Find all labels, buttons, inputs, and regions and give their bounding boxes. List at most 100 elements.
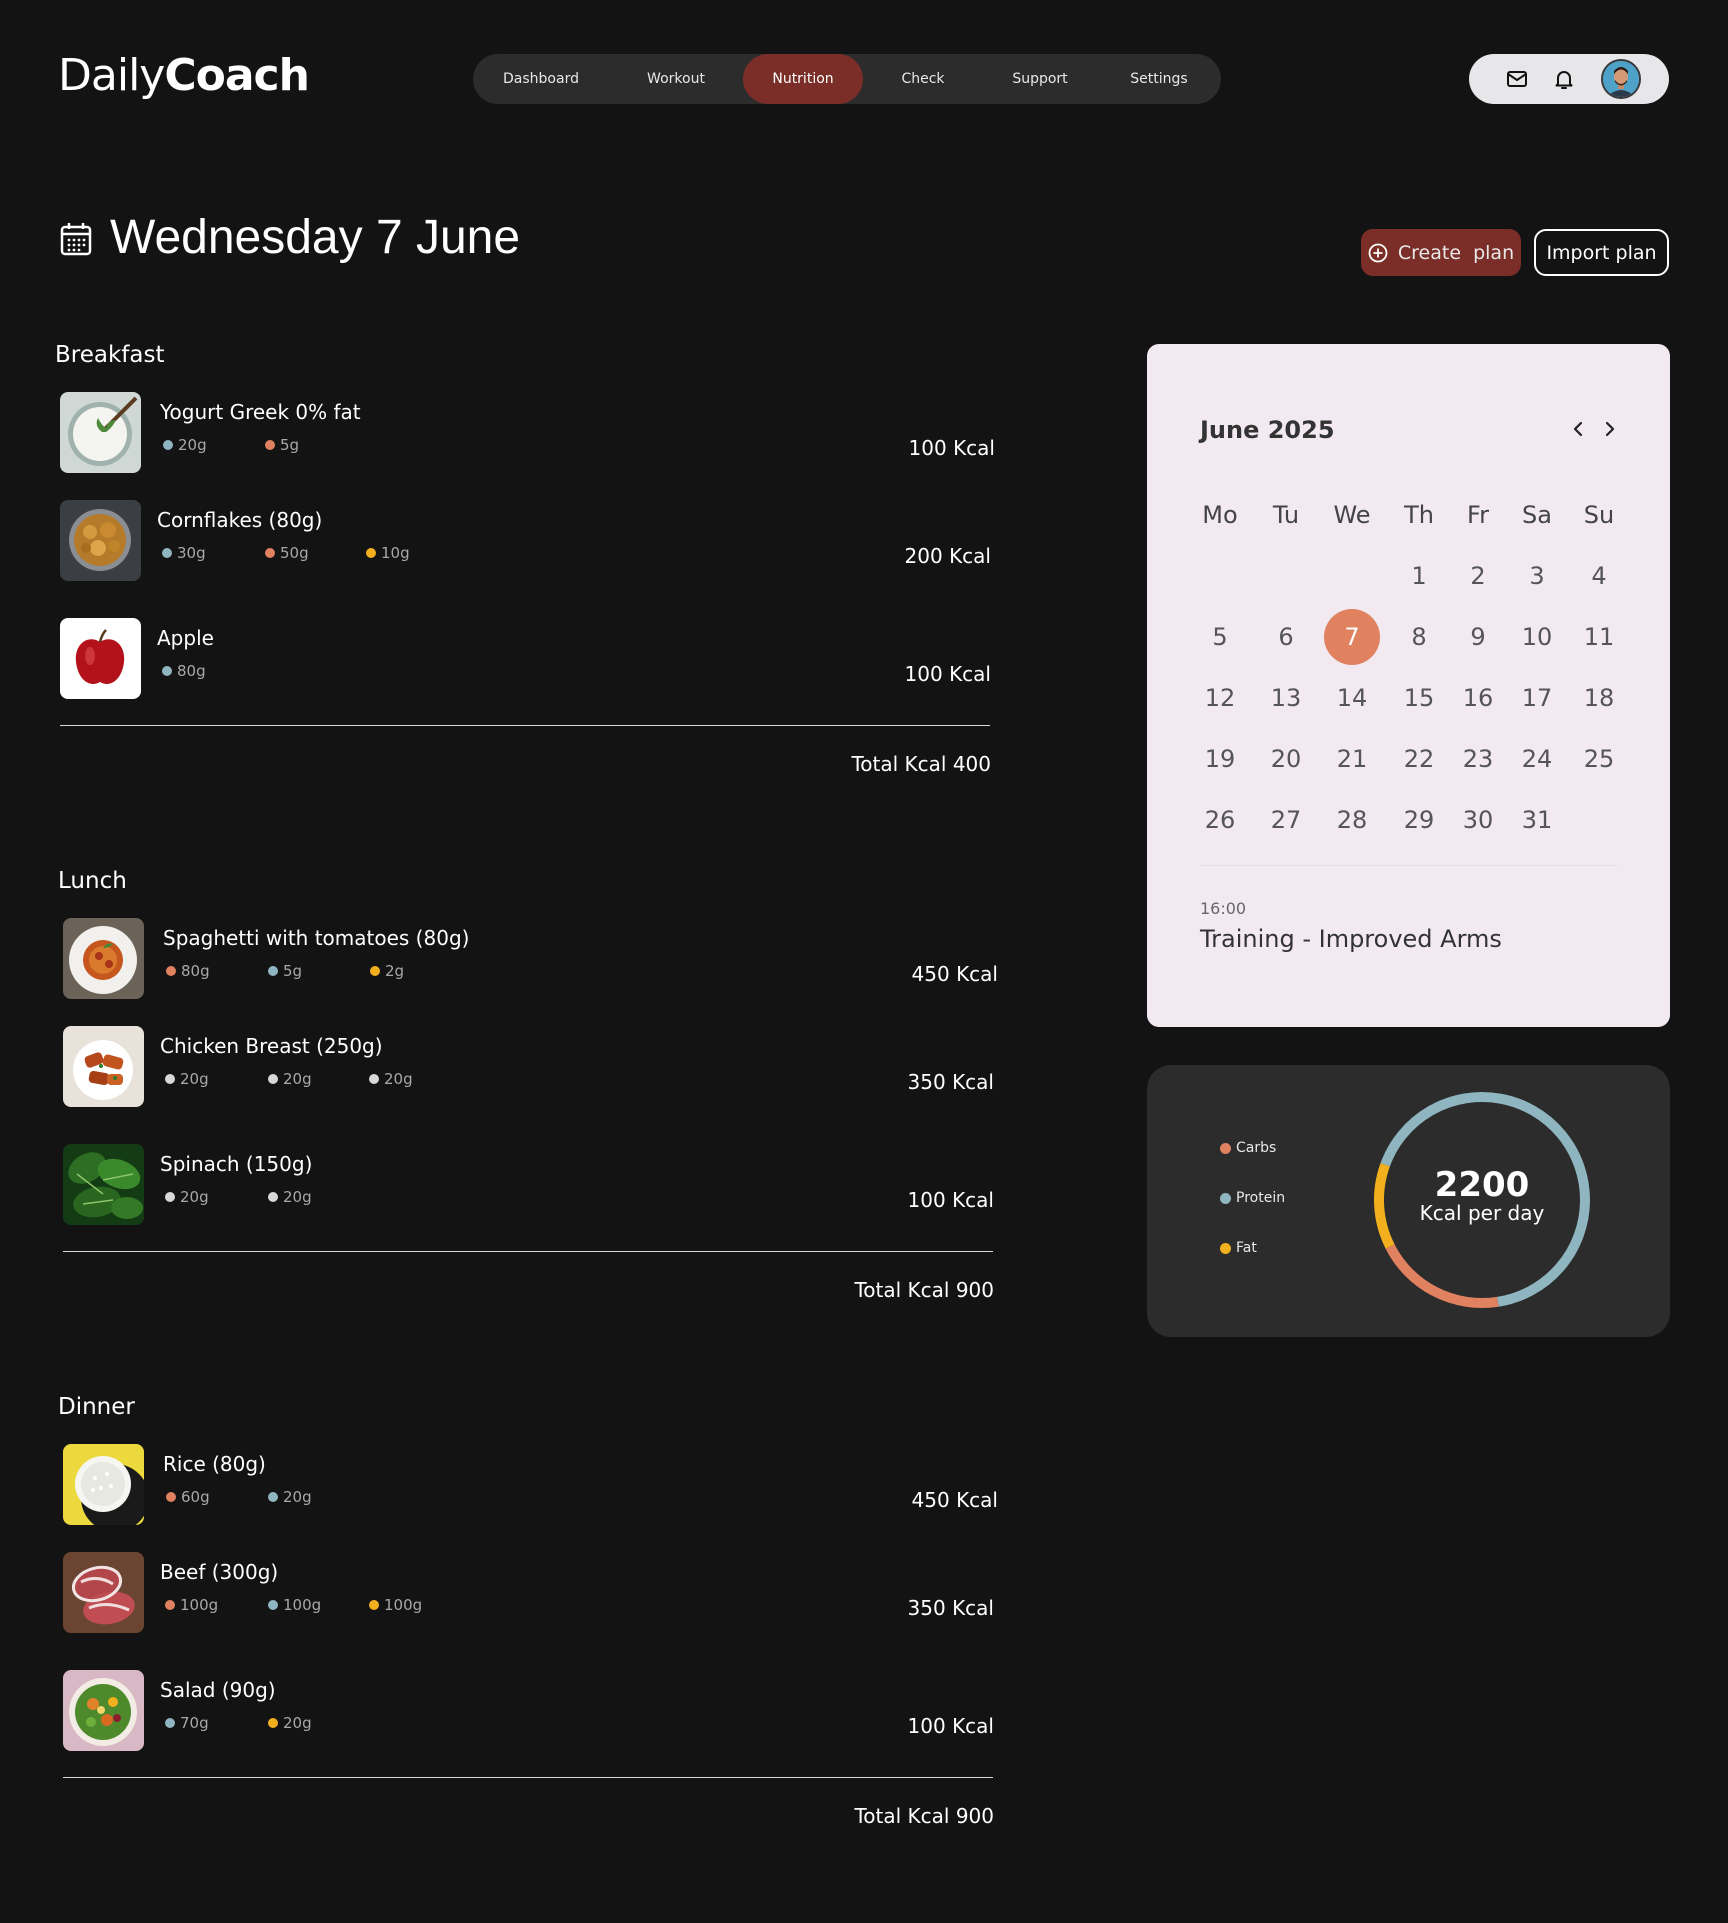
event-title[interactable]: Training - Improved Arms	[1200, 925, 1502, 953]
food-row[interactable]: Yogurt Greek 0% fat 20g 5g 100 Kcal	[60, 392, 995, 474]
legend-label: Fat	[1236, 1240, 1257, 1256]
calendar-day[interactable]: 17	[1509, 670, 1565, 726]
calendar-day[interactable]: 9	[1450, 609, 1506, 665]
create-plan-button[interactable]: Create plan	[1361, 229, 1521, 276]
nav-item-support[interactable]: Support	[983, 54, 1097, 104]
calendar-day[interactable]: 24	[1509, 731, 1565, 787]
nav-item-dashboard[interactable]: Dashboard	[473, 54, 609, 104]
calendar-day[interactable]: 6	[1258, 609, 1314, 665]
logo-bold-text: Coach	[164, 50, 310, 101]
carbs-dot	[165, 1600, 175, 1610]
neutral-dot	[165, 1074, 175, 1084]
macro-protein: 5g	[268, 962, 302, 980]
macro-fat: 20g	[268, 1714, 312, 1732]
food-kcal: 100 Kcal	[907, 1188, 994, 1212]
calendar-day-selected[interactable]: 7	[1324, 609, 1380, 665]
food-row[interactable]: Rice (80g) 60g 20g 450 Kcal	[63, 1444, 998, 1526]
chicken-image	[63, 1026, 144, 1107]
fat-dot	[1220, 1242, 1231, 1254]
calendar-day[interactable]: 23	[1450, 731, 1506, 787]
calendar-month: June 2025	[1200, 416, 1335, 444]
food-row[interactable]: Apple 80g 100 Kcal	[60, 618, 991, 700]
weekday-label: Su	[1583, 501, 1615, 529]
calendar-day[interactable]: 8	[1391, 609, 1447, 665]
weekday-label: Mo	[1202, 501, 1238, 529]
calendar-day[interactable]: 31	[1509, 792, 1565, 848]
nav-item-workout[interactable]: Workout	[609, 54, 743, 104]
nav-item-check[interactable]: Check	[863, 54, 983, 104]
protein-dot	[268, 1492, 278, 1502]
macro-carbs: 100g	[165, 1596, 218, 1614]
food-row[interactable]: Spaghetti with tomatoes (80g) 80g 5g 2g …	[63, 918, 998, 1000]
bell-icon[interactable]	[1552, 67, 1576, 91]
food-kcal: 350 Kcal	[907, 1596, 994, 1620]
calendar-day[interactable]: 25	[1571, 731, 1627, 787]
protein-dot	[1220, 1192, 1231, 1204]
food-row[interactable]: Spinach (150g) 20g 20g 100 Kcal	[63, 1144, 994, 1226]
calendar-day[interactable]: 30	[1450, 792, 1506, 848]
calendar-day[interactable]: 15	[1391, 670, 1447, 726]
calendar-day[interactable]: 1	[1391, 548, 1447, 604]
nav-item-settings[interactable]: Settings	[1097, 54, 1221, 104]
meal-total: Total Kcal 400	[851, 752, 991, 776]
food-row[interactable]: Chicken Breast (250g) 20g 20g 20g 350 Kc…	[63, 1026, 994, 1108]
nutrition-page: DailyCoach Dashboard Workout Nutrition C…	[0, 0, 1728, 1923]
food-row[interactable]: Cornflakes (80g) 30g 50g 10g 200 Kcal	[60, 500, 991, 582]
calendar-day[interactable]: 5	[1192, 609, 1248, 665]
legend-label: Carbs	[1236, 1140, 1277, 1156]
divider	[63, 1251, 993, 1252]
avatar-portrait	[1603, 61, 1639, 97]
chevron-left-icon[interactable]	[1567, 416, 1589, 442]
calendar-day[interactable]: 18	[1571, 670, 1627, 726]
carbs-dot	[1220, 1142, 1231, 1154]
chevron-right-icon[interactable]	[1599, 416, 1621, 442]
calendar-day[interactable]: 10	[1509, 609, 1565, 665]
avatar[interactable]	[1601, 59, 1641, 99]
spinach-image	[63, 1144, 144, 1225]
calendar-day[interactable]: 2	[1450, 548, 1506, 604]
calendar-day[interactable]: 19	[1192, 731, 1248, 787]
food-kcal: 100 Kcal	[904, 662, 991, 686]
import-plan-button[interactable]: Import plan	[1534, 229, 1669, 276]
food-kcal: 450 Kcal	[911, 1488, 998, 1512]
salad-image	[63, 1670, 144, 1751]
calendar-day[interactable]: 26	[1192, 792, 1248, 848]
macro-value: 20g	[180, 1070, 209, 1088]
food-name: Spinach (150g)	[160, 1152, 313, 1176]
macro-value: 100g	[283, 1596, 322, 1614]
weekday-label: We	[1333, 501, 1371, 529]
food-name: Apple	[157, 626, 214, 650]
logo[interactable]: DailyCoach	[58, 50, 310, 101]
divider	[63, 1777, 993, 1778]
food-name: Beef (300g)	[160, 1560, 279, 1584]
nav-item-nutrition[interactable]: Nutrition	[743, 54, 863, 104]
macro-neutral: 20g	[369, 1070, 413, 1088]
calendar-day[interactable]: 22	[1391, 731, 1447, 787]
calendar-day[interactable]: 21	[1324, 731, 1380, 787]
mail-icon[interactable]	[1505, 67, 1529, 91]
calendar-day[interactable]: 3	[1509, 548, 1565, 604]
food-row[interactable]: Salad (90g) 70g 20g 100 Kcal	[63, 1670, 994, 1752]
divider	[60, 725, 990, 726]
macro-value: 20g	[283, 1188, 312, 1206]
weekday-label: Tu	[1272, 501, 1300, 529]
donut-arc-carbs	[1385, 1244, 1499, 1308]
calendar-day[interactable]: 13	[1258, 670, 1314, 726]
calendar-day[interactable]: 11	[1571, 609, 1627, 665]
calendar-day[interactable]: 20	[1258, 731, 1314, 787]
macro-neutral: 20g	[165, 1070, 209, 1088]
protein-dot	[162, 548, 172, 558]
macro-protein: 30g	[162, 544, 206, 562]
calendar-day[interactable]: 12	[1192, 670, 1248, 726]
spaghetti-image	[63, 918, 144, 999]
calendar-day[interactable]: 27	[1258, 792, 1314, 848]
food-row[interactable]: Beef (300g) 100g 100g 100g 350 Kcal	[63, 1552, 994, 1634]
calendar-day[interactable]: 4	[1571, 548, 1627, 604]
apple-image	[60, 618, 141, 699]
calendar-day[interactable]: 29	[1391, 792, 1447, 848]
calendar-day[interactable]: 16	[1450, 670, 1506, 726]
calendar-day[interactable]: 28	[1324, 792, 1380, 848]
calendar-day[interactable]: 14	[1324, 670, 1380, 726]
legend-carbs: Carbs	[1220, 1140, 1276, 1156]
macro-protein: 20g	[163, 436, 207, 454]
